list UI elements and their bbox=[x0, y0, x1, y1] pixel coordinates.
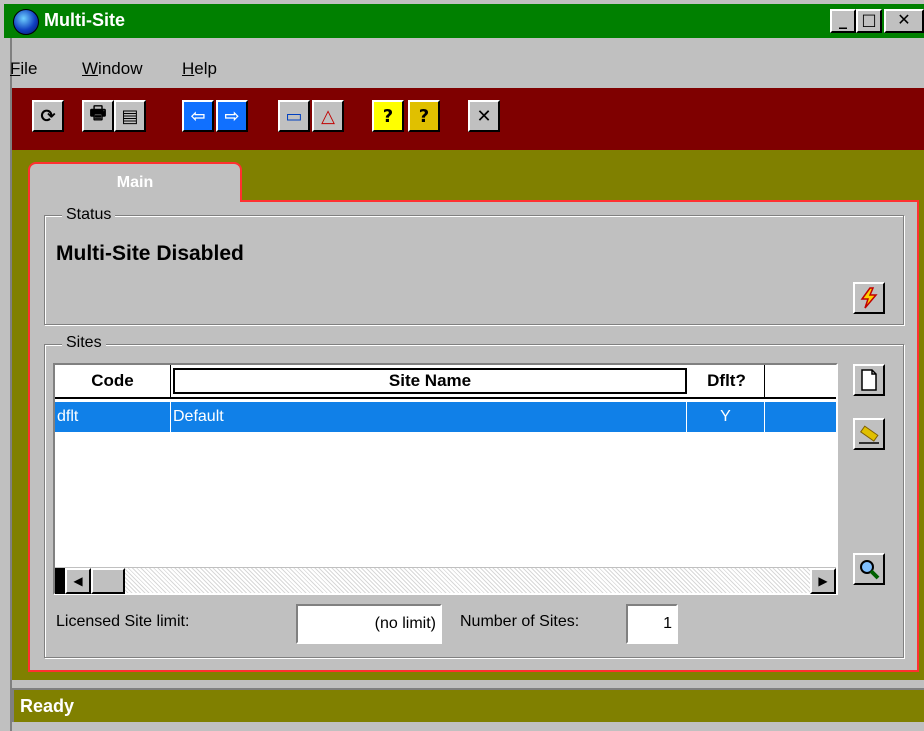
menu-file[interactable]: File bbox=[10, 59, 37, 79]
licensed-site-limit-label: Licensed Site limit: bbox=[56, 613, 190, 630]
status-text: Multi-Site Disabled bbox=[56, 242, 244, 265]
cell-site-name: Default bbox=[171, 402, 687, 432]
open-button[interactable]: ▭ bbox=[278, 100, 310, 132]
status-bar: Ready bbox=[12, 688, 924, 722]
scroll-thumb[interactable] bbox=[91, 568, 125, 594]
new-document-icon bbox=[861, 369, 877, 391]
print-preview-icon: ▤ bbox=[121, 105, 139, 127]
scroll-left-button[interactable]: ◀ bbox=[65, 568, 91, 594]
tab-main-label: Main bbox=[116, 174, 154, 191]
status-group bbox=[44, 215, 904, 325]
new-site-button[interactable] bbox=[853, 364, 885, 396]
scroll-left-edge bbox=[55, 568, 65, 594]
table-row[interactable]: dflt Default Y bbox=[55, 402, 836, 432]
maximize-button[interactable]: □ bbox=[856, 9, 882, 33]
exit-button[interactable]: ✕ bbox=[468, 100, 500, 132]
refresh-icon: ⟳ bbox=[40, 105, 56, 127]
open-folder-icon: ▭ bbox=[285, 105, 303, 127]
status-bar-text: Ready bbox=[20, 696, 75, 716]
minimize-button[interactable]: _ bbox=[830, 9, 856, 33]
licensed-site-limit-field: (no limit) bbox=[296, 604, 442, 644]
menu-help[interactable]: Help bbox=[182, 59, 217, 79]
delete-site-button[interactable] bbox=[853, 418, 885, 450]
menu-bar: File Window Help bbox=[0, 52, 924, 82]
globe-icon bbox=[13, 9, 39, 35]
menu-window[interactable]: Window bbox=[82, 59, 142, 79]
number-of-sites-field: 1 bbox=[626, 604, 678, 644]
context-help-button[interactable]: ? bbox=[408, 100, 440, 132]
table-header: Code Site Name Dflt? bbox=[55, 365, 836, 399]
status-group-label: Status bbox=[62, 206, 116, 224]
cell-default: Y bbox=[687, 402, 765, 432]
previous-button[interactable]: ⇦ bbox=[182, 100, 214, 132]
shapes-button[interactable]: △ bbox=[312, 100, 344, 132]
refresh-button[interactable]: ⟳ bbox=[32, 100, 64, 132]
shapes-icon: △ bbox=[321, 105, 335, 127]
lightning-icon bbox=[860, 287, 878, 309]
close-window-button[interactable]: ✕ bbox=[884, 9, 924, 33]
arrow-left-icon: ⇦ bbox=[190, 105, 206, 127]
number-of-sites-label: Number of Sites: bbox=[460, 613, 580, 630]
window-title: Multi-Site bbox=[44, 10, 125, 30]
arrow-right-icon: ⇨ bbox=[224, 105, 240, 127]
close-icon: ✕ bbox=[476, 105, 492, 127]
toolbar: ⟳ 🖶 ▤ ⇦ ⇨ ▭ △ ? ? ✕ bbox=[12, 88, 924, 150]
title-bar: Multi-Site _ □ ✕ bbox=[0, 0, 924, 38]
column-header-site-name[interactable]: Site Name bbox=[173, 368, 687, 394]
help-icon: ? bbox=[382, 105, 394, 127]
next-button[interactable]: ⇨ bbox=[216, 100, 248, 132]
column-header-code[interactable]: Code bbox=[55, 365, 171, 397]
column-header-default[interactable]: Dflt? bbox=[689, 365, 765, 397]
sites-table[interactable]: Code Site Name Dflt? dflt Default Y ◀ ▶ bbox=[53, 363, 838, 595]
magnifier-icon bbox=[860, 560, 880, 580]
eraser-icon bbox=[859, 425, 879, 444]
scroll-right-button[interactable]: ▶ bbox=[810, 568, 836, 594]
help-button[interactable]: ? bbox=[372, 100, 404, 132]
search-button[interactable] bbox=[853, 553, 885, 585]
print-button[interactable]: 🖶 bbox=[82, 100, 114, 132]
window-left-edge bbox=[0, 38, 12, 731]
sites-group-label: Sites bbox=[62, 334, 106, 352]
printer-icon: 🖶 bbox=[89, 103, 107, 124]
horizontal-scrollbar[interactable]: ◀ ▶ bbox=[55, 567, 836, 594]
cell-code: dflt bbox=[55, 402, 171, 432]
print-preview-button[interactable]: ▤ bbox=[114, 100, 146, 132]
context-help-icon: ? bbox=[418, 105, 430, 127]
toggle-multisite-button[interactable] bbox=[853, 282, 885, 314]
tab-main[interactable]: Main bbox=[28, 162, 242, 204]
